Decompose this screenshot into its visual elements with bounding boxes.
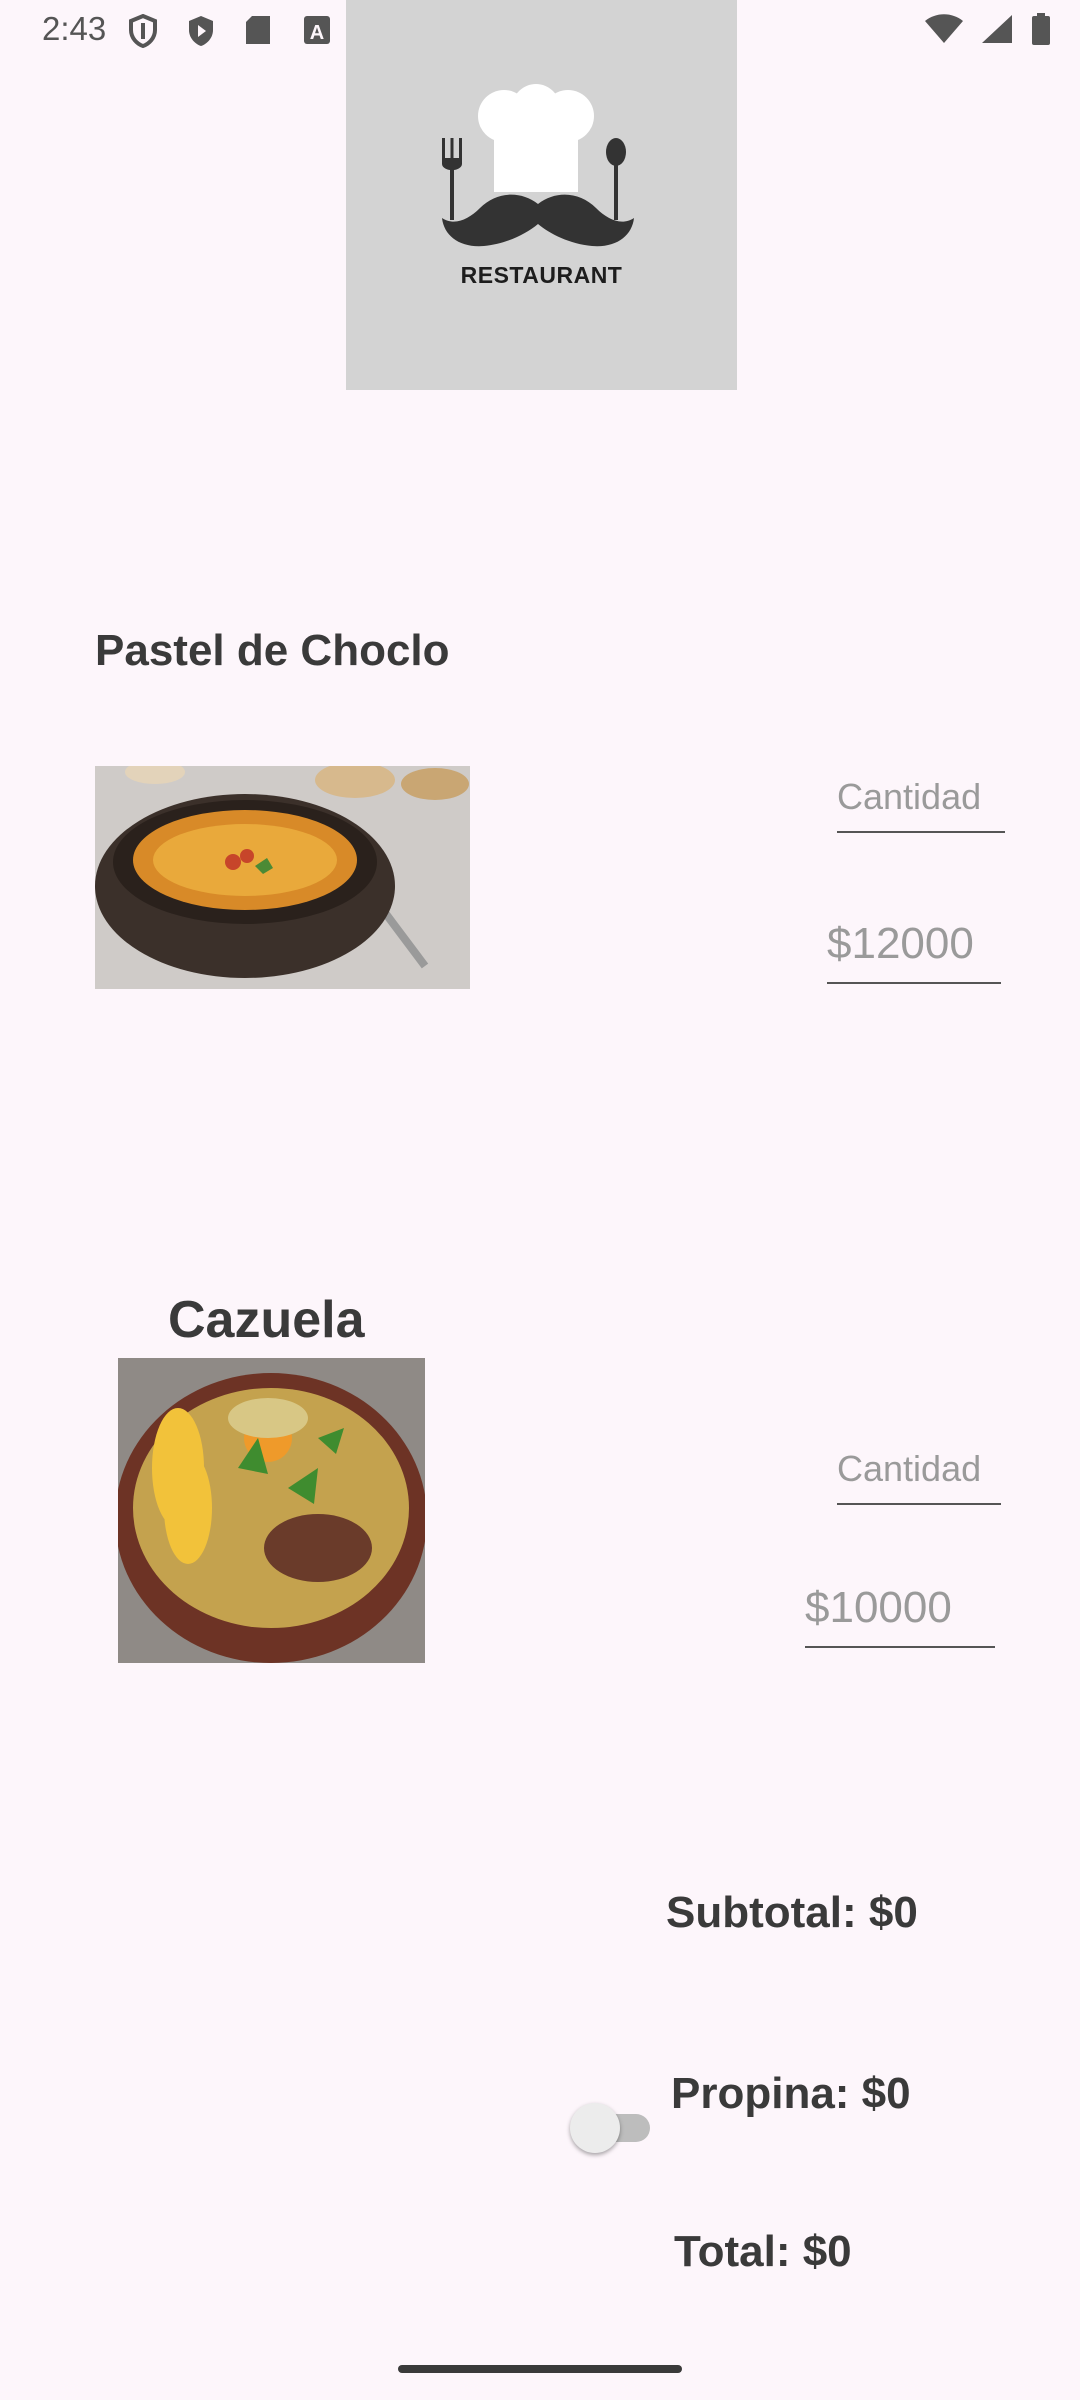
quantity-input-cazuela[interactable] [837,1435,1001,1505]
dish-title-cazuela: Cazuela [168,1291,365,1349]
home-indicator[interactable] [398,2365,682,2373]
status-time: 2:43 [42,10,107,47]
sd-card-icon [246,16,270,44]
switch-thumb [570,2103,620,2153]
font-a-icon: A [304,16,330,44]
svg-text:A: A [310,22,324,44]
price-field-cazuela[interactable] [805,1570,995,1648]
tip-toggle-switch[interactable] [568,2102,654,2153]
chef-hat-icon [478,84,594,192]
logo-text: RESTAURANT [460,262,623,288]
battery-icon [1032,13,1050,45]
price-field-pastel-de-choclo[interactable] [827,906,1001,984]
propina-label: Propina: $0 [671,2069,911,2118]
signal-icon [982,15,1012,43]
dish-image-cazuela [118,1358,425,1663]
total-label: Total: $0 [674,2227,852,2276]
restaurant-logo: RESTAURANT [346,0,737,390]
dish-title-pastel-de-choclo: Pastel de Choclo [95,626,450,675]
spoon-icon [606,138,626,220]
fork-icon [442,138,462,220]
subtotal-label: Subtotal: $0 [666,1888,918,1937]
shield-icon [129,14,157,48]
dish-image-pastel-de-choclo [95,766,470,989]
quantity-input-pastel-de-choclo[interactable] [837,763,1005,833]
wifi-icon [925,14,963,43]
play-protect-icon [189,16,213,46]
